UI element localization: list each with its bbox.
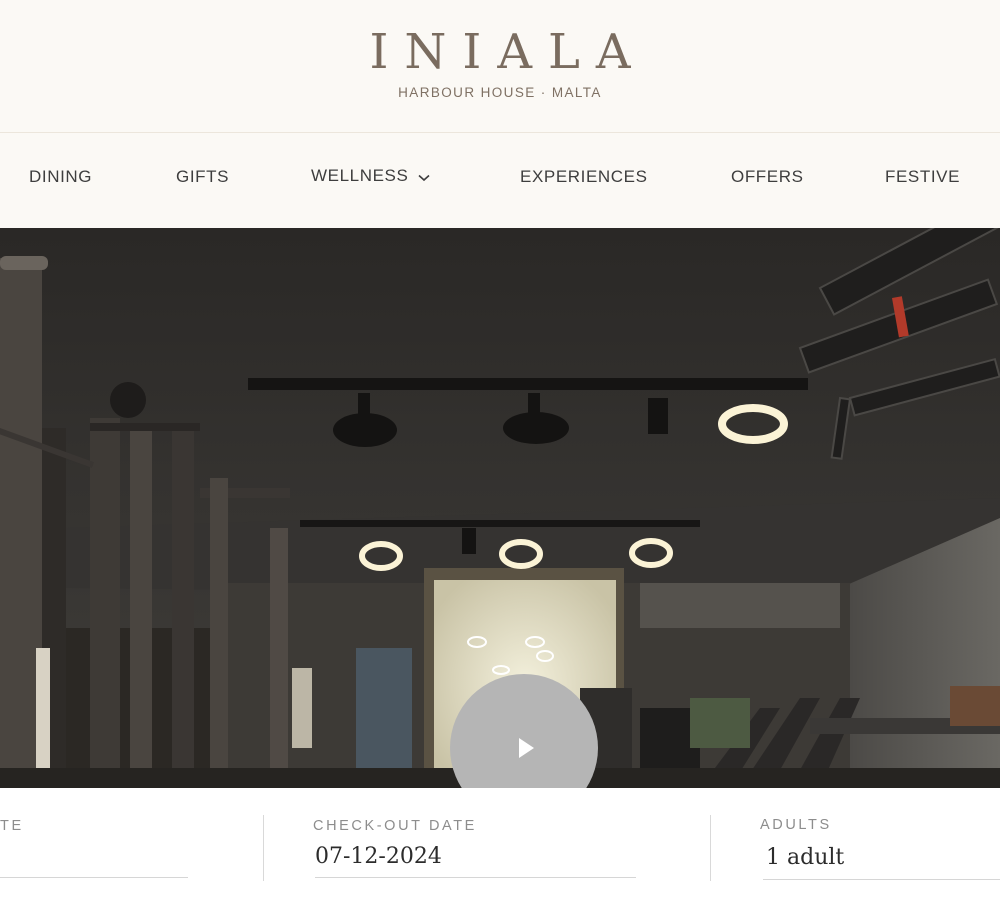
nav-item-offers[interactable]: OFFERS — [731, 167, 804, 187]
nav-item-dining[interactable]: DINING — [29, 167, 92, 187]
nav-item-wellness-label: WELLNESS — [311, 166, 409, 185]
site-header: INIALA HARBOUR HOUSE · MALTA — [0, 0, 1000, 133]
nav-item-experiences[interactable]: EXPERIENCES — [520, 167, 648, 187]
field-divider — [710, 815, 711, 881]
hero-video[interactable] — [0, 228, 1000, 788]
checkout-label: CHECK-OUT DATE — [313, 818, 477, 834]
adults-select[interactable]: 1 adult — [766, 845, 844, 870]
field-divider — [263, 815, 264, 881]
brand-tagline: HARBOUR HOUSE · MALTA — [398, 85, 602, 100]
nav-item-wellness[interactable]: WELLNESS — [311, 166, 430, 187]
checkout-date-field[interactable]: 07-12-2024 — [315, 844, 442, 869]
main-nav: DINING GIFTS WELLNESS EXPERIENCES OFFERS… — [0, 133, 1000, 227]
adults-label: ADULTS — [760, 817, 832, 833]
adults-underline — [763, 879, 1000, 880]
booking-bar: TE CHECK-OUT DATE 07-12-2024 ADULTS 1 ad… — [0, 788, 1000, 900]
nav-item-festive[interactable]: FESTIVE — [885, 167, 960, 187]
brand-logo[interactable]: INIALA — [0, 24, 1000, 80]
checkin-field[interactable] — [0, 877, 188, 878]
checkout-underline — [315, 877, 636, 878]
checkin-label: TE — [0, 818, 24, 834]
play-icon — [519, 738, 534, 758]
nav-item-gifts[interactable]: GIFTS — [176, 167, 229, 187]
chevron-down-icon — [418, 167, 430, 187]
